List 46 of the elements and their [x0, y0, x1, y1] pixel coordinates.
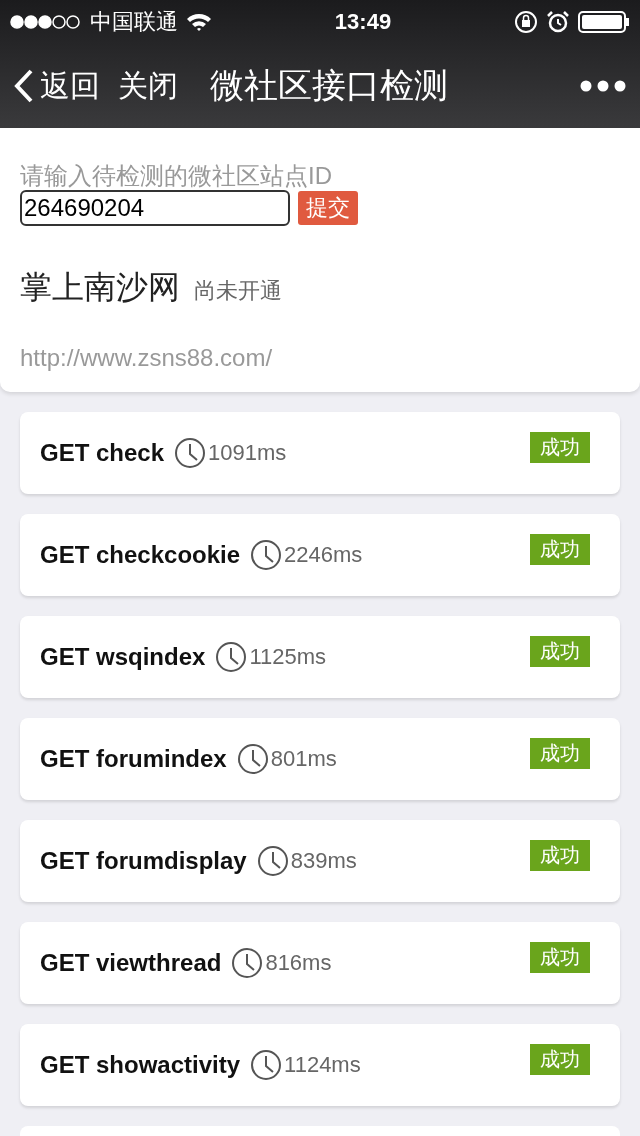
- close-button[interactable]: 关闭: [118, 65, 178, 107]
- response-time: 2246ms: [284, 542, 363, 568]
- result-badge: 成功: [530, 840, 590, 871]
- clock-icon: [231, 947, 264, 979]
- site-status: 尚未开通: [194, 277, 282, 305]
- clock-time: 13:49: [334, 9, 392, 35]
- page-title: 微社区接口检测: [210, 65, 449, 106]
- clock-icon: [236, 743, 269, 775]
- signal-icon: [10, 15, 82, 29]
- request-name: GET forumdisplay: [40, 847, 247, 875]
- site-url: http://www.zsns88.com/: [20, 344, 274, 372]
- more-icon[interactable]: [580, 80, 626, 92]
- clock-icon: [215, 641, 248, 673]
- clock-icon: [250, 539, 283, 571]
- response-time: 1091ms: [208, 440, 287, 466]
- response-time: 816ms: [265, 950, 332, 976]
- request-name: GET wsqindex: [40, 643, 206, 671]
- response-time: 801ms: [270, 746, 337, 772]
- request-name: GET checkcookie: [40, 541, 241, 569]
- site-id-field[interactable]: 264690204: [20, 190, 290, 226]
- result-badge: 成功: [530, 432, 590, 463]
- request-name: GET forumindex: [40, 745, 227, 773]
- wifi-icon: [186, 12, 212, 32]
- request-name: GET viewthread: [40, 949, 222, 977]
- carrier-name: 中国联通: [90, 8, 178, 36]
- result-badge: 成功: [530, 1044, 590, 1075]
- rotation-lock-icon: [514, 10, 538, 34]
- clock-icon: [250, 1049, 283, 1081]
- response-time: 1125ms: [249, 644, 326, 670]
- result-badge: 成功: [530, 636, 590, 667]
- result-badge: 成功: [530, 738, 590, 769]
- submit-button[interactable]: 提交: [298, 191, 358, 225]
- site-name: 掌上南沙网: [20, 268, 180, 307]
- battery-icon: [578, 11, 630, 33]
- response-time: 839ms: [290, 848, 357, 874]
- response-time: 1124ms: [284, 1052, 361, 1078]
- clock-icon: [256, 845, 289, 877]
- request-name: GET showactivity: [40, 1051, 241, 1079]
- alarm-icon: [546, 10, 570, 34]
- clock-icon: [174, 437, 207, 469]
- result-badge: 成功: [530, 534, 590, 565]
- back-button[interactable]: 返回: [14, 65, 100, 107]
- site-id-label: 请输入待检测的微社区站点ID: [20, 162, 333, 190]
- result-badge: 成功: [530, 942, 590, 973]
- chevron-left-icon: [14, 69, 34, 103]
- request-name: GET check: [40, 439, 165, 467]
